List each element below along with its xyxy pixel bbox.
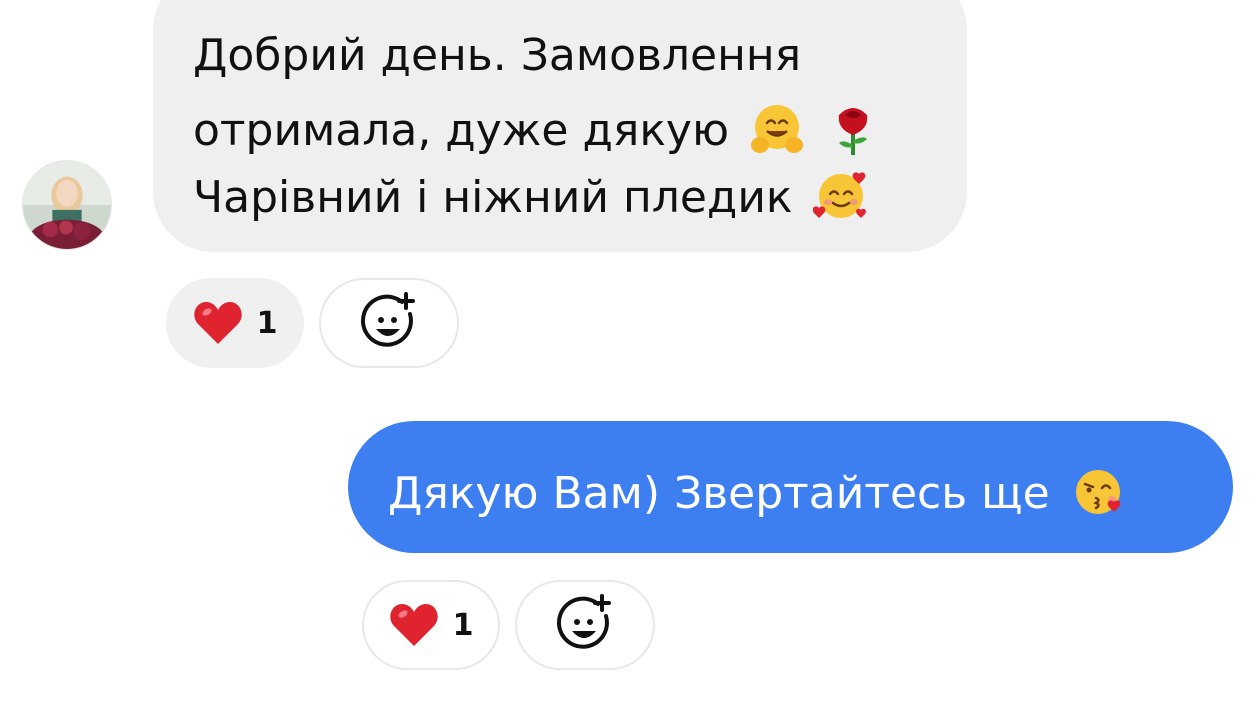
rose-icon	[825, 101, 881, 157]
outgoing-add-reaction-button[interactable]	[515, 580, 655, 670]
outgoing-message-bubble[interactable]: Дякую Вам) Звертайтесь ще	[348, 421, 1233, 553]
incoming-reaction-heart[interactable]: 1	[166, 278, 304, 368]
incoming-add-reaction-button[interactable]	[319, 278, 459, 368]
incoming-message-line-2: отримала, дуже дякую	[193, 101, 881, 157]
sender-avatar[interactable]	[22, 160, 112, 250]
heart-icon	[193, 300, 243, 346]
incoming-message-line-3: Чарівний і ніжний пледик	[193, 168, 869, 224]
outgoing-reaction-heart[interactable]: 1	[362, 580, 500, 670]
incoming-message-bubble[interactable]: Добрий день. Замовлення отримала, дуже д…	[153, 0, 967, 252]
avatar-photo	[23, 161, 111, 249]
hugging-face-icon	[749, 101, 805, 157]
heart-icon	[389, 602, 439, 648]
add-reaction-icon	[358, 292, 420, 354]
smiling-face-with-hearts-icon	[812, 168, 869, 224]
reaction-count: 1	[256, 305, 278, 341]
face-blowing-kiss-icon	[1070, 464, 1126, 520]
add-reaction-icon	[554, 594, 616, 656]
reaction-count: 1	[452, 607, 474, 643]
outgoing-message-line: Дякую Вам) Звертайтесь ще	[388, 464, 1126, 520]
incoming-message-line-1: Добрий день. Замовлення	[193, 30, 802, 81]
chat-thread: Добрий день. Замовлення отримала, дуже д…	[0, 0, 1258, 703]
